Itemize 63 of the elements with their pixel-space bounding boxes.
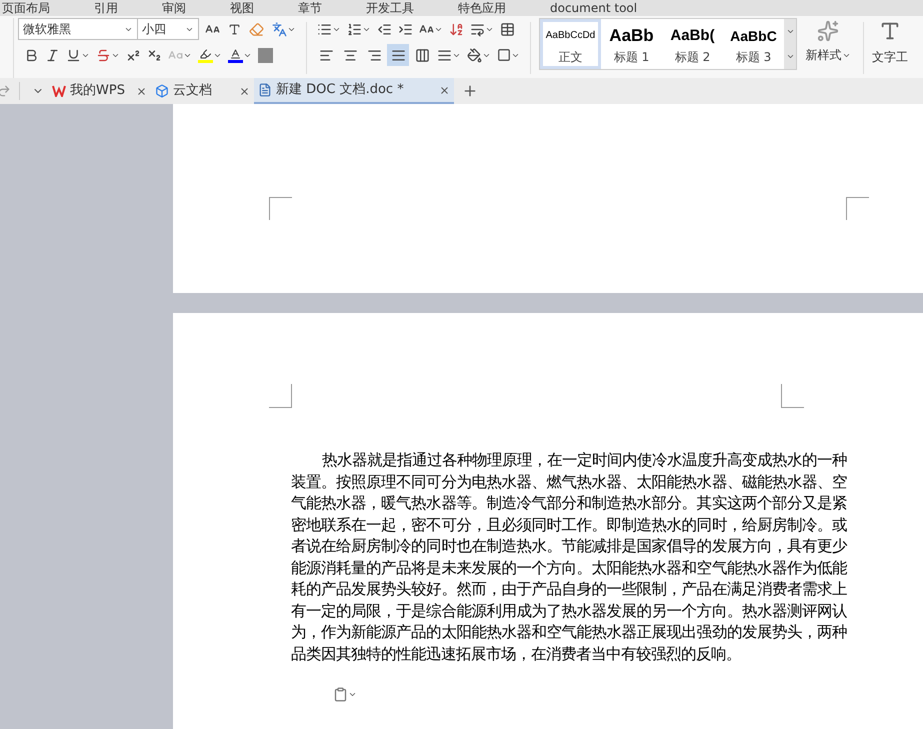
menu-item[interactable]: 审阅	[162, 0, 186, 16]
eraser-icon	[249, 22, 264, 36]
sparkle-style-icon	[817, 20, 839, 42]
strikethrough-icon	[96, 48, 111, 62]
sort-icon	[449, 22, 464, 36]
shrink-font-icon	[228, 22, 241, 36]
document-tab[interactable]: 新建 DOC 文档.doc *	[254, 78, 454, 104]
corner-mark	[781, 384, 804, 408]
clipboard-icon	[333, 687, 348, 702]
phonetic-icon	[272, 22, 287, 36]
align-icon	[318, 48, 334, 62]
new-style-button[interactable]: 新样式	[801, 18, 855, 78]
decrease-indent-icon	[377, 22, 392, 36]
underline-icon	[66, 48, 81, 62]
corner-mark	[269, 197, 292, 220]
menu-item[interactable]: 开发工具	[366, 0, 414, 16]
w-logo-icon	[52, 85, 66, 97]
menu-item[interactable]: document tool	[550, 0, 638, 16]
scroll-down-icon	[786, 27, 794, 36]
menu-item[interactable]: 引用	[94, 0, 118, 16]
menu-item[interactable]: 章节	[298, 0, 322, 16]
bullet-list-icon	[317, 22, 332, 36]
text-tool-icon	[879, 20, 901, 42]
font-size-field[interactable]: 小四	[138, 18, 199, 40]
document-tab[interactable]: 云文档	[151, 78, 254, 104]
align-icon	[342, 48, 358, 62]
menu-item[interactable]: 特色应用	[458, 0, 506, 16]
align-icon	[390, 48, 406, 62]
table-icon	[500, 22, 515, 36]
document-tab[interactable]: 我的WPS	[48, 78, 151, 104]
font-name-field[interactable]: 微软雅黑	[18, 18, 138, 40]
gallery-scrollbar[interactable]	[784, 19, 796, 69]
line-spacing-icon	[437, 48, 452, 62]
style-option[interactable]: AaBbCcDd 正文	[540, 19, 601, 69]
bold-icon	[24, 48, 39, 62]
menu-item[interactable]: 视图	[230, 0, 254, 16]
char-shading-icon	[258, 48, 273, 62]
numbered-list-icon	[347, 22, 362, 36]
subscript-icon	[147, 48, 162, 62]
text-tool-button[interactable]: 文字工	[872, 18, 908, 78]
document-icon	[258, 83, 272, 97]
paste-options-button[interactable]	[333, 687, 357, 702]
border-icon	[497, 48, 511, 62]
font-color-icon	[228, 48, 243, 62]
close-icon[interactable]	[439, 84, 450, 96]
expand-icon	[786, 52, 794, 61]
new-tab-icon[interactable]	[462, 83, 478, 99]
highlighter-icon	[198, 48, 213, 62]
close-icon[interactable]	[239, 86, 250, 96]
cube-icon	[155, 84, 169, 98]
align-icon	[414, 48, 430, 62]
caret-icon	[348, 690, 357, 699]
body-paragraph: 热水器就是指通过各种物理原理，在一定时间内使冷水温度升高变成热水的一种装置。按照原理不同可分为电热水器、燃气热水器、太阳能热水器、磁能热水器、空气能热水器，暖气热水器等。制造冷气部分和制造热水部分。其实这两个部分又是紧密地联系在一起，密不可分，且必须同时工作。即制造热水的同时，给厨房制冷。或者说在给厨房制冷的同时也在制造热水。节能减排是国家倡导的发展方向，具有更少能源消耗量的产品将是未来发展的一个方向。太阳能热水器和空气能热水器作为低能耗的产品发展势头较好。然而，由于产品自身的一些限制，产品在满足消费者需求上有一定的局限，于是综合能源利用成为了热水器发展的另一个方向。热水器测评网认为，作为新能源产品的太阳能热水器和空气能热水器正展现出强劲的发展势头，两种品类因其独特的性能迅速拓展市场，在消费者当中有较强烈的反响。	[291, 450, 847, 664]
menu-item[interactable]: 页面布局	[2, 0, 50, 16]
align-button[interactable]	[387, 44, 409, 66]
corner-mark	[846, 197, 869, 220]
paint-bucket-icon	[467, 48, 482, 62]
close-icon[interactable]	[136, 86, 147, 96]
align-icon	[366, 48, 382, 62]
increase-indent-icon	[398, 22, 413, 36]
italic-icon	[45, 48, 60, 62]
superscript-icon	[126, 48, 141, 62]
corner-mark	[269, 384, 292, 408]
